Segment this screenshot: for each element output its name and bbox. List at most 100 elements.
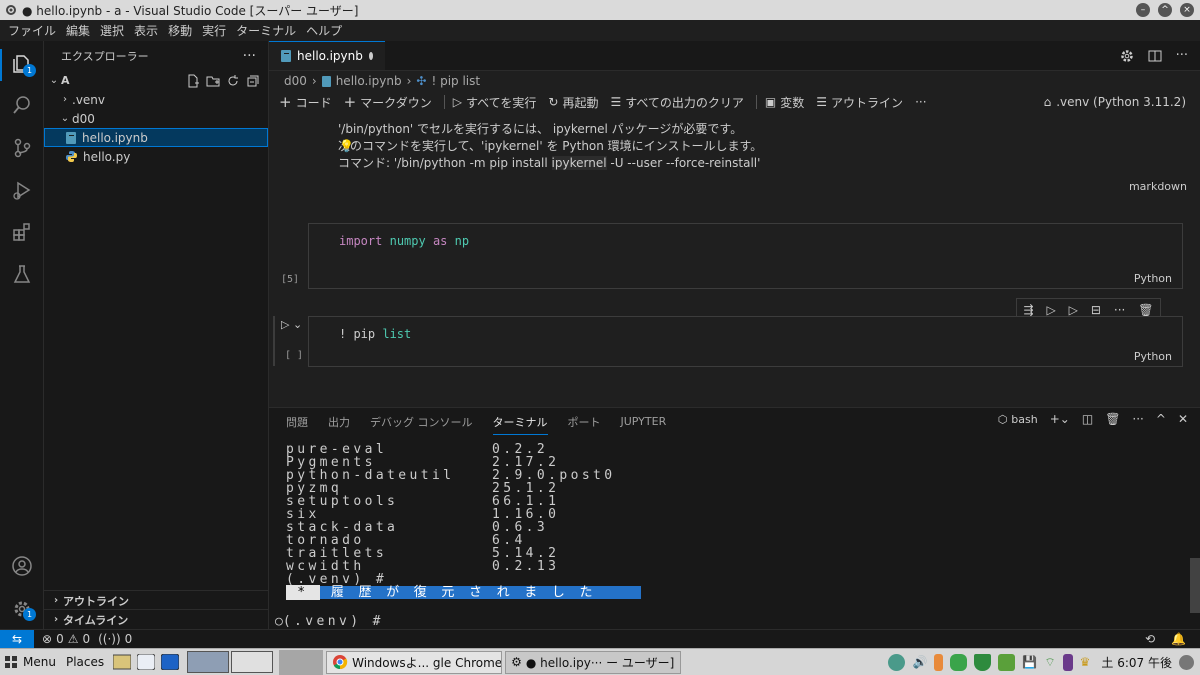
notebook-settings-gear-icon[interactable] — [1120, 49, 1134, 63]
new-terminal-icon[interactable]: +⌄ — [1050, 412, 1070, 426]
cloud-app-icon[interactable] — [137, 654, 156, 670]
account-icon[interactable] — [9, 553, 35, 579]
wifi-icon[interactable]: ⌔ — [1044, 655, 1055, 670]
tree-item-venv[interactable]: › .venv — [44, 90, 268, 109]
database-icon[interactable] — [950, 653, 968, 671]
code-cell[interactable]: import numpy as np Python — [308, 223, 1183, 289]
close-panel-icon[interactable]: ✕ — [1178, 412, 1188, 426]
terminal-profile[interactable]: ⬡ bash — [998, 413, 1038, 426]
maximize-panel-icon[interactable]: ^ — [1156, 412, 1166, 426]
toolbar-more-button[interactable]: ··· — [915, 95, 926, 109]
run-all-button[interactable]: ▷ すべてを実行 — [453, 94, 537, 111]
pen-icon[interactable] — [1062, 653, 1073, 671]
clock[interactable]: 土 6:07 午後 — [1101, 654, 1172, 671]
run-debug-icon[interactable] — [9, 177, 35, 203]
tab-output[interactable]: 出力 — [328, 414, 350, 430]
app-gear-icon[interactable] — [4, 3, 18, 17]
volume-icon[interactable]: 🔊 — [912, 655, 927, 669]
outline-button[interactable]: ☰ アウトライン — [816, 94, 903, 111]
kernel-picker[interactable]: ⌂ .venv (Python 3.11.2) — [1044, 95, 1186, 109]
menu-edit[interactable]: 編集 — [61, 22, 95, 39]
tab-problems[interactable]: 問題 — [286, 414, 308, 430]
problems-status[interactable]: ⊗ 0 ⚠ 0 — [42, 632, 90, 646]
split-editor-icon[interactable] — [1148, 49, 1162, 63]
breadcrumb-item[interactable]: hello.ipynb — [336, 74, 402, 88]
terminal-scrollbar[interactable] — [1190, 558, 1200, 613]
cell-source[interactable]: import numpy as np — [339, 234, 469, 248]
tab-ports[interactable]: ポート — [568, 414, 601, 430]
kill-terminal-icon[interactable]: 🗑 — [1105, 412, 1120, 426]
notifications-bell-icon[interactable]: 🔔 — [1171, 632, 1186, 646]
save-icon[interactable]: 💾 — [1022, 655, 1037, 669]
feedback-icon[interactable]: ⟲ — [1145, 632, 1155, 646]
ports-status[interactable]: ((·)) 0 — [98, 632, 132, 646]
cell-language-label[interactable]: Python — [1134, 272, 1172, 285]
shield-icon[interactable] — [974, 653, 992, 671]
lightbulb-icon[interactable]: 💡 — [339, 138, 354, 155]
menu-terminal[interactable]: ターミナル — [231, 22, 301, 39]
terminal-prompt[interactable]: ○(.venv) # — [275, 614, 384, 629]
cell-more-icon[interactable]: ··· — [1114, 303, 1125, 317]
clear-outputs-button[interactable]: ☰ すべての出力のクリア — [610, 94, 743, 111]
restart-kernel-button[interactable]: ↻ 再起動 — [548, 94, 598, 111]
tab-jupyter[interactable]: JUPYTER — [621, 415, 667, 428]
execute-above-icon[interactable]: ⇶ — [1023, 303, 1033, 317]
add-code-cell-button[interactable]: + コード — [279, 93, 332, 111]
outline-section[interactable]: › アウトライン — [44, 590, 268, 610]
menu-help[interactable]: ヘルプ — [301, 22, 347, 39]
breadcrumb-item[interactable]: d00 — [284, 74, 307, 88]
unsaved-dot-icon[interactable] — [368, 52, 373, 60]
tab-debug-console[interactable]: デバッグ コンソール — [370, 414, 473, 430]
tab-hello-ipynb[interactable]: hello.ipynb — [269, 41, 385, 70]
taskbar-window-chrome[interactable]: Windowsよ... gle Chrome — [326, 650, 503, 674]
split-terminal-icon[interactable]: ◫ — [1082, 412, 1093, 426]
execute-cell-below-icon[interactable]: ▷ — [1046, 303, 1055, 317]
battery-icon[interactable] — [934, 653, 944, 671]
code-cell[interactable]: ! pip list Python — [308, 316, 1183, 367]
maximize-button[interactable]: ^ — [1158, 3, 1172, 17]
cell-source[interactable]: ! pip list — [339, 327, 411, 341]
cell-language-label[interactable]: Python — [1134, 350, 1172, 363]
tree-item-hello-ipynb[interactable]: hello.ipynb — [44, 128, 268, 147]
tree-item-hello-py[interactable]: hello.py — [44, 147, 268, 166]
minimize-button[interactable]: – — [1136, 3, 1150, 17]
terminal-output[interactable]: pure-eval 0.2.2 Pygments 2.17.2 python-dateu… — [286, 443, 641, 600]
menu-view[interactable]: 表示 — [129, 22, 163, 39]
tree-root-folder[interactable]: ⌄ A — [44, 71, 268, 90]
taskbar-places-button[interactable]: Places — [66, 655, 104, 669]
testing-flask-icon[interactable] — [9, 261, 35, 287]
refresh-icon[interactable] — [226, 74, 240, 88]
power-icon[interactable] — [1179, 654, 1194, 670]
breadcrumb-item[interactable]: ! pip list — [431, 74, 480, 88]
tree-item-d00[interactable]: ⌄ d00 — [44, 109, 268, 128]
network-globe-icon[interactable] — [888, 653, 906, 671]
cell-language-label[interactable]: markdown — [1129, 180, 1187, 193]
execute-below-icon[interactable]: ▷ — [1069, 303, 1078, 317]
crown-icon[interactable]: ♛ — [1080, 655, 1091, 669]
menu-go[interactable]: 移動 — [163, 22, 197, 39]
menu-selection[interactable]: 選択 — [95, 22, 129, 39]
tab-terminal[interactable]: ターミナル — [492, 414, 548, 435]
more-actions-icon[interactable]: ··· — [1176, 48, 1188, 63]
new-folder-icon[interactable] — [206, 74, 220, 88]
split-cell-icon[interactable]: ⊟ — [1091, 303, 1101, 317]
timeline-section[interactable]: › タイムライン — [44, 609, 268, 629]
sidebar-more-button[interactable]: ··· — [243, 48, 256, 64]
more-actions-icon[interactable]: ··· — [1132, 412, 1143, 426]
extensions-icon[interactable] — [9, 219, 35, 245]
markdown-cell-output[interactable]: '/bin/python' でセルを実行するには、 ipykernel パッケー… — [338, 121, 788, 172]
add-markdown-cell-button[interactable]: + マークダウン — [344, 93, 432, 111]
close-button[interactable]: × — [1180, 3, 1194, 17]
variables-button[interactable]: ▣ 変数 — [765, 94, 804, 111]
menu-file[interactable]: ファイル — [0, 22, 61, 39]
search-icon[interactable] — [9, 92, 35, 118]
workspace-switcher-2[interactable] — [231, 651, 274, 673]
collapse-all-icon[interactable] — [246, 74, 260, 88]
file-manager-icon[interactable] — [113, 654, 132, 670]
remote-indicator-icon[interactable]: ⇆ — [0, 629, 34, 649]
taskbar-window-vscode[interactable]: ⚙ ● hello.ipy··· ー ユーザー] — [505, 650, 682, 674]
workspace-switcher-1[interactable] — [187, 651, 230, 673]
blue-app-icon[interactable] — [161, 654, 180, 670]
taskbar-menu-button[interactable]: Menu — [4, 655, 56, 669]
source-control-icon[interactable] — [9, 135, 35, 161]
